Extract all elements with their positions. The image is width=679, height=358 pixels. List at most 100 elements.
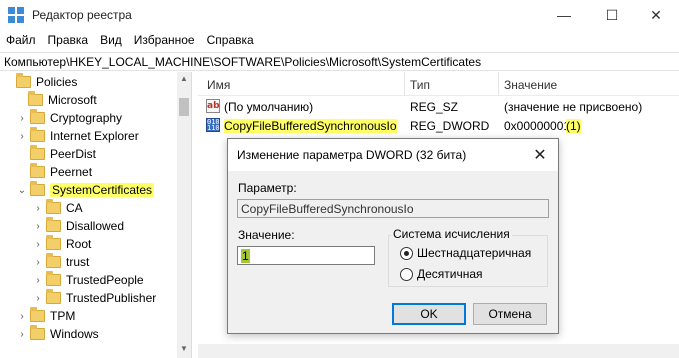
chevron-right-icon[interactable]: ›: [32, 238, 44, 250]
registry-tree: Policies Microsoft › Cryptography › Inte…: [0, 72, 192, 358]
chevron-right-icon[interactable]: ›: [32, 256, 44, 268]
tree-item-trustedpeople[interactable]: › TrustedPeople: [32, 271, 144, 289]
folder-icon: [30, 163, 45, 178]
tree-item-label: Policies: [36, 75, 78, 89]
column-header-value[interactable]: Значение: [504, 78, 557, 92]
parameter-label: Параметр:: [238, 181, 297, 195]
folder-icon: [30, 181, 45, 196]
scroll-up-icon[interactable]: ▲: [179, 74, 189, 84]
tree-item-label: TrustedPeople: [66, 273, 144, 287]
folder-icon: [28, 91, 43, 106]
tree-item-tpm[interactable]: › TPM: [16, 307, 75, 325]
cancel-button[interactable]: Отмена: [473, 303, 547, 325]
chevron-right-icon[interactable]: ›: [16, 328, 28, 340]
tree-item-ca[interactable]: › CA: [32, 199, 83, 217]
tree-toggle[interactable]: [2, 76, 14, 88]
tree-item-microsoft[interactable]: Microsoft: [14, 91, 97, 109]
chevron-down-icon[interactable]: ⌄: [16, 184, 28, 196]
tree-item-label: Peernet: [50, 165, 93, 179]
folder-icon: [46, 289, 61, 304]
radio-hexadecimal-label: Шестнадцатеричная: [417, 246, 532, 260]
tree-item-label: trust: [66, 255, 90, 269]
radio-hexadecimal[interactable]: Шестнадцатеричная: [400, 246, 531, 260]
base-group-title: Система исчисления: [391, 227, 512, 241]
tree-item-label: Internet Explorer: [50, 129, 139, 143]
window-title: Редактор реестра: [32, 8, 132, 22]
value-name: (По умолчанию): [224, 100, 314, 114]
folder-icon: [46, 217, 61, 232]
value-data-input[interactable]: 1: [237, 246, 375, 265]
column-separator[interactable]: [404, 72, 405, 96]
tree-item-trust[interactable]: › trust: [32, 253, 89, 271]
tree-item-systemcertificates[interactable]: ⌄ SystemCertificates: [16, 181, 155, 199]
chevron-right-icon[interactable]: ›: [32, 202, 44, 214]
close-button[interactable]: ✕: [633, 0, 679, 30]
tree-item-windows[interactable]: › Windows: [16, 325, 99, 343]
address-bar[interactable]: Компьютер\HKEY_LOCAL_MACHINE\SOFTWARE\Po…: [0, 52, 679, 71]
value-type: REG_SZ: [410, 100, 459, 114]
folder-icon: [30, 145, 45, 160]
dialog-close-button[interactable]: ✕: [530, 145, 550, 165]
column-header-type[interactable]: Тип: [410, 78, 430, 92]
title-bar: Редактор реестра — ☐ ✕: [0, 0, 679, 30]
chevron-right-icon[interactable]: ›: [32, 274, 44, 286]
tree-item-cryptography[interactable]: › Cryptography: [16, 109, 122, 127]
menu-favorites[interactable]: Избранное: [128, 33, 201, 47]
tree-item-label: PeerDist: [50, 147, 97, 161]
value-name: CopyFileBufferedSynchronousIo: [224, 119, 397, 133]
ok-button[interactable]: OK: [392, 303, 466, 325]
regedit-icon: [8, 7, 24, 23]
menu-view[interactable]: Вид: [94, 33, 128, 47]
tree-toggle[interactable]: [16, 148, 28, 160]
tree-item-label: Root: [66, 237, 92, 251]
tree-item-policies[interactable]: Policies: [2, 73, 77, 91]
chevron-right-icon[interactable]: ›: [32, 292, 44, 304]
tree-item-disallowed[interactable]: › Disallowed: [32, 217, 124, 235]
binary-value-icon: 010 110: [206, 118, 220, 132]
list-scrollbar[interactable]: [198, 344, 679, 358]
value-data-text: 1: [241, 248, 250, 263]
tree-item-label: CA: [66, 201, 83, 215]
column-separator[interactable]: [498, 72, 499, 96]
scrollbar-thumb[interactable]: [179, 98, 189, 116]
tree-item-label: TrustedPublisher: [66, 291, 157, 305]
tree-toggle[interactable]: [14, 94, 26, 106]
edit-dword-dialog: Изменение параметра DWORD (32 бита) ✕ Па…: [227, 138, 559, 334]
menu-file[interactable]: Файл: [0, 33, 42, 47]
folder-icon: [16, 73, 31, 88]
tree-item-label-selected: SystemCertificates: [50, 183, 155, 197]
value-data: (значение не присвоено): [504, 100, 643, 114]
folder-icon: [30, 307, 45, 322]
chevron-right-icon[interactable]: ›: [16, 130, 28, 142]
tree-item-peerdist[interactable]: PeerDist: [16, 145, 96, 163]
tree-item-root[interactable]: › Root: [32, 235, 91, 253]
radio-selected-icon[interactable]: [400, 246, 413, 260]
menu-edit[interactable]: Правка: [42, 33, 95, 47]
value-type: REG_DWORD: [410, 119, 490, 133]
folder-icon: [46, 235, 61, 250]
list-row[interactable]: 010 110 CopyFileBufferedSynchronousIo REG…: [198, 117, 679, 135]
column-header-name[interactable]: Имя: [207, 78, 230, 92]
radio-decimal[interactable]: Десятичная: [400, 267, 483, 281]
tree-item-peernet[interactable]: Peernet: [16, 163, 92, 181]
tree-item-trustedpublisher[interactable]: › TrustedPublisher: [32, 289, 156, 307]
chevron-right-icon[interactable]: ›: [32, 220, 44, 232]
value-data-decimal: (1): [566, 119, 581, 133]
folder-icon: [46, 253, 61, 268]
folder-icon: [30, 325, 45, 340]
menu-bar: Файл Правка Вид Избранное Справка: [0, 30, 679, 50]
tree-item-internet-explorer[interactable]: › Internet Explorer: [16, 127, 139, 145]
chevron-right-icon[interactable]: ›: [16, 310, 28, 322]
maximize-button[interactable]: ☐: [589, 0, 635, 30]
tree-scrollbar[interactable]: ▲ ▼: [177, 72, 191, 358]
minimize-button[interactable]: —: [541, 0, 587, 30]
list-row[interactable]: ab (По умолчанию) REG_SZ (значение не пр…: [198, 98, 679, 116]
string-value-icon: ab: [206, 99, 220, 113]
scroll-down-icon[interactable]: ▼: [179, 344, 189, 354]
menu-help[interactable]: Справка: [201, 33, 260, 47]
tree-item-label: TPM: [50, 309, 76, 323]
chevron-right-icon[interactable]: ›: [16, 112, 28, 124]
value-data: 0x00000001: [504, 119, 571, 133]
radio-unselected-icon[interactable]: [400, 267, 413, 281]
tree-toggle[interactable]: [16, 166, 28, 178]
